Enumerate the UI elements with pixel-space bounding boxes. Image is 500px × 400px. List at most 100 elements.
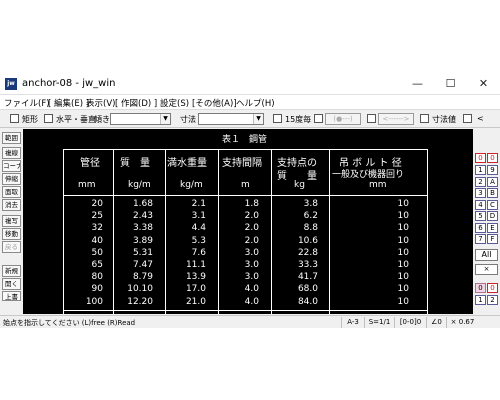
cell-pipe: 90 <box>91 284 103 295</box>
cell-weight: 7.47 <box>132 260 153 270</box>
menu-file[interactable]: ファイル(F) <box>4 97 50 109</box>
window-title: anchor-08 - jw_win <box>22 78 116 89</box>
cell-bolt: 10 <box>397 235 409 246</box>
layer-button[interactable]: 1 <box>475 165 486 175</box>
menu-edit[interactable]: [ 編集(E) ] <box>48 97 89 109</box>
times15-label: 15度毎 <box>285 115 312 124</box>
times15-checkbox[interactable] <box>273 114 282 123</box>
cell-water: 13.9 <box>185 272 206 283</box>
layer-button-1-second[interactable]: 1 <box>475 295 486 305</box>
layer-button-0[interactable]: 0 <box>487 153 498 163</box>
arrow-mode-button[interactable]: <------> <box>378 113 414 125</box>
dimval-checkbox[interactable] <box>420 114 429 123</box>
tool-save[interactable]: 上書 <box>2 291 21 301</box>
cell-pipe: 80 <box>91 272 103 283</box>
cell-pipe: 32 <box>91 223 103 234</box>
layer-group-button[interactable]: 0 <box>475 153 486 163</box>
zoom-display[interactable]: × 0.67 <box>446 317 478 328</box>
tool-offset[interactable]: 複線 <box>2 147 21 159</box>
layer-button[interactable]: 5 <box>475 211 486 221</box>
cell-bolt: 10 <box>397 247 409 258</box>
hv-label: 水平・垂直 <box>56 115 96 124</box>
cell-support: 41.7 <box>297 272 318 283</box>
title-bar: jw anchor-08 - jw_win — ☐ ✕ <box>0 73 500 95</box>
circle-checkbox[interactable] <box>314 114 323 123</box>
layer-button[interactable]: 7 <box>475 234 486 244</box>
all-layers-button[interactable]: All <box>475 249 498 261</box>
cell-support: 3.8 <box>303 199 318 209</box>
dim-combo[interactable]: ▼ <box>198 113 264 125</box>
tool-new[interactable]: 新規 <box>2 265 21 277</box>
paper-size[interactable]: A-3 <box>341 317 364 328</box>
rect-checkbox[interactable] <box>10 114 19 123</box>
cell-water: 4.4 <box>191 223 206 234</box>
tool-copy[interactable]: 複写 <box>2 215 21 227</box>
menu-settings[interactable]: 設定(S) <box>160 97 189 109</box>
close-button[interactable]: ✕ <box>467 73 500 95</box>
unit-support: kg <box>294 180 305 190</box>
layer-button[interactable]: 4 <box>475 199 486 210</box>
layer-button[interactable]: A <box>487 176 498 187</box>
tool-move[interactable]: 移動 <box>2 228 21 240</box>
column-divider <box>329 149 330 314</box>
menu-bar: ファイル(F) [ 編集(E) ] 表示(V) [ 作図(D) ] 設定(S) … <box>0 95 500 110</box>
layer-button[interactable]: 6 <box>475 222 486 233</box>
layer-button[interactable]: D <box>487 211 498 221</box>
menu-other[interactable]: [その他(A)] <box>192 97 237 109</box>
unit-interval: m <box>241 180 250 190</box>
tool-range[interactable]: 範囲 <box>2 132 21 144</box>
layer-button-2-second[interactable]: 2 <box>487 295 498 305</box>
drawing-canvas[interactable]: 表１ 鋼管 管径 質 量 満水重量 支持間隔 支持点の 質 量 吊 ボ ル ト … <box>23 129 473 314</box>
menu-draw[interactable]: [ 作図(D) ] <box>115 97 157 109</box>
unit-water: kg/m <box>180 180 203 190</box>
cell-interval: 4.0 <box>244 284 259 295</box>
layer-group-button-2[interactable]: 0 <box>475 283 486 293</box>
status-bar: 始点を指示してください (L)free (R)Read A-3 S=1/1 [0… <box>0 315 500 328</box>
layer-button[interactable]: E <box>487 222 498 233</box>
cell-weight: 1.68 <box>132 199 153 209</box>
menu-view[interactable]: 表示(V) <box>86 97 115 109</box>
hv-checkbox[interactable] <box>44 114 53 123</box>
tool-erase[interactable]: 消去 <box>2 199 21 211</box>
right-layer-palette: 0 0 192A3B4C5D6E7F All × 0 0 1 2 <box>473 129 500 314</box>
column-divider <box>271 149 272 314</box>
tool-extend[interactable]: 伸縮 <box>2 173 21 185</box>
dim-label: 寸法 <box>180 115 196 124</box>
header-water: 満水重量 <box>167 158 207 169</box>
cell-weight: 12.20 <box>127 296 153 307</box>
minimize-button[interactable]: — <box>401 73 434 95</box>
layer-button[interactable]: 3 <box>475 188 486 198</box>
layer-button[interactable]: F <box>487 234 498 244</box>
table-left-border <box>63 149 64 314</box>
angle-display[interactable]: ∠0 <box>426 317 446 328</box>
tool-undo[interactable]: 戻る <box>2 241 21 253</box>
cell-interval: 3.0 <box>244 260 259 270</box>
cell-pipe: 40 <box>91 235 103 246</box>
x-layers-button[interactable]: × <box>475 264 498 275</box>
layer-button[interactable]: 2 <box>475 176 486 187</box>
cell-interval: 3.0 <box>244 272 259 283</box>
layer-display[interactable]: [0-0]0 <box>394 317 426 328</box>
cell-bolt: 10 <box>397 272 409 283</box>
layer-button[interactable]: 9 <box>487 165 498 175</box>
tool-chamfer[interactable]: 面取 <box>2 186 21 198</box>
cell-support: 22.8 <box>297 247 318 258</box>
cell-weight: 2.43 <box>132 211 153 222</box>
cell-weight: 8.79 <box>132 272 153 283</box>
lt-checkbox[interactable] <box>463 114 472 123</box>
cell-pipe: 20 <box>91 199 103 209</box>
tool-open[interactable]: 開く <box>2 278 21 290</box>
menu-help[interactable]: ヘルプ(H) <box>236 97 275 109</box>
layer-button[interactable]: C <box>487 199 498 210</box>
layer-button[interactable]: B <box>487 188 498 198</box>
cell-water: 7.6 <box>191 247 206 258</box>
cell-weight: 3.89 <box>132 235 153 246</box>
scale-display[interactable]: S=1/1 <box>364 317 394 328</box>
layer-button-0-second[interactable]: 0 <box>487 283 498 293</box>
column-divider <box>218 149 219 314</box>
tool-corner[interactable]: コーナー <box>2 160 21 172</box>
arrow-checkbox[interactable] <box>367 114 376 123</box>
circle-mode-button[interactable]: (●---) <box>325 113 361 125</box>
maximize-button[interactable]: ☐ <box>434 73 467 95</box>
tilt-combo[interactable]: ▼ <box>110 113 171 125</box>
